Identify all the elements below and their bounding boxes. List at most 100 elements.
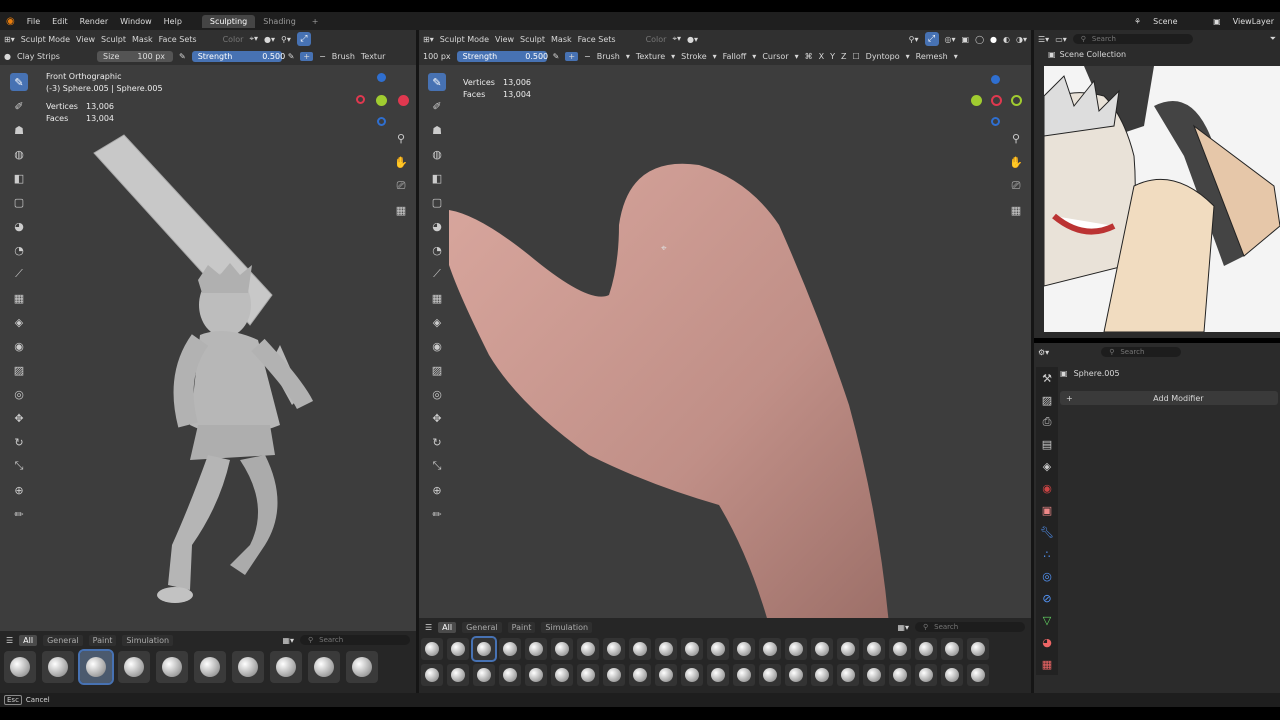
right-tab-all[interactable]: All (438, 621, 457, 633)
right-3d-viewport[interactable]: ✎ ✐ ☗ ◍ ◧ ▢ ◕ ◔ ⟋ ▦ ◈ ◉ ▨ ◎ ✥ ↻ ⤡ ⊕ ✏ Ve… (419, 65, 1031, 618)
brush-thumb[interactable] (967, 638, 989, 660)
gizmo-toggle-icon[interactable]: ⤢ (924, 32, 939, 46)
object-tab-icon[interactable]: ▣ (1038, 501, 1056, 519)
brush-thumb[interactable] (707, 664, 729, 686)
brush-thumb[interactable] (525, 638, 547, 660)
scale-tool-icon[interactable]: ⤡ (10, 457, 28, 475)
layer-tool-icon[interactable]: ☗ (10, 121, 28, 139)
properties-editor-type-icon[interactable]: ⚙▾ (1038, 348, 1049, 357)
brush-thumb[interactable] (707, 638, 729, 660)
data-tab-icon[interactable]: ▽ (1038, 611, 1056, 629)
menu-window[interactable]: Window (114, 17, 158, 26)
tool-tab-icon[interactable]: ⚒ (1038, 369, 1056, 387)
left-menu-sculpt[interactable]: Sculpt (101, 35, 126, 44)
outliner-editor-type-icon[interactable]: ☰▾ (1038, 35, 1049, 44)
right-transform-tool-icon[interactable]: ⊕ (428, 481, 446, 499)
brush-thumb[interactable] (733, 638, 755, 660)
right-edit-face-set-tool-icon[interactable]: ▨ (428, 361, 446, 379)
sculpt-mode-dropdown[interactable]: Sculpt Mode (21, 35, 70, 44)
scene-tab-icon[interactable]: ◈ (1038, 457, 1056, 475)
view-layer-tab-icon[interactable]: ▤ (1038, 435, 1056, 453)
right-move-tool-icon[interactable]: ✥ (428, 409, 446, 427)
menu-edit[interactable]: Edit (46, 17, 74, 26)
brush-thumb[interactable] (156, 651, 188, 683)
right-pan-hand-icon[interactable]: ✋ (1007, 153, 1025, 171)
texture-tab-icon[interactable]: ▦ (1038, 655, 1056, 673)
right-stroke-menu[interactable]: Stroke (681, 52, 707, 61)
right-falloff-menu[interactable]: Falloff (723, 52, 747, 61)
left-menu-face-sets[interactable]: Face Sets (159, 35, 197, 44)
brush-thumb[interactable] (759, 664, 781, 686)
right-editor-type-icon[interactable]: ⊞▾ (423, 35, 434, 44)
view-layer-name[interactable]: ViewLayer (1227, 17, 1280, 26)
right-line-project-tool-icon[interactable]: ⟋ (428, 265, 446, 283)
right-size-value[interactable]: 100 px (423, 52, 451, 61)
left-menu-mask[interactable]: Mask (132, 35, 153, 44)
brush-thumb[interactable] (118, 651, 150, 683)
brush-thumb[interactable] (447, 664, 469, 686)
brush-thumb[interactable] (655, 664, 677, 686)
add-modifier-button[interactable]: + Add Modifier (1060, 391, 1278, 405)
outliner-search[interactable]: ⚲ Search (1072, 34, 1193, 44)
brush-thumb[interactable] (421, 664, 443, 686)
right-rotate-tool-icon[interactable]: ↻ (428, 433, 446, 451)
size-pressure-icon[interactable]: ✎ (179, 52, 186, 61)
right-cloth-filter-tool-icon[interactable]: ◈ (428, 313, 446, 331)
right-scale-tool-icon[interactable]: ⤡ (428, 457, 446, 475)
solid-shading-icon[interactable]: ● (990, 35, 997, 44)
editor-type-icon[interactable]: ⊞▾ (4, 35, 15, 44)
dyntopo-menu[interactable]: Dyntopo (866, 52, 900, 61)
brush-thumb[interactable] (421, 638, 443, 660)
right-texture-menu[interactable]: Texture (636, 52, 665, 61)
rendered-shading-icon[interactable]: ◑▾ (1016, 35, 1027, 44)
right-tab-paint[interactable]: Paint (507, 621, 536, 633)
right-shading-icon[interactable]: ●▾ (687, 35, 698, 44)
brush-thumb[interactable] (603, 638, 625, 660)
strength-field[interactable]: Strength 0.500 (191, 51, 285, 62)
brush-thumb[interactable] (915, 638, 937, 660)
grid-view-icon[interactable]: ▦ (392, 201, 410, 219)
left-menu-view[interactable]: View (76, 35, 95, 44)
brush-thumb[interactable] (967, 664, 989, 686)
axis-z-toggle[interactable]: Z (841, 52, 846, 61)
right-clay-tool-icon[interactable]: ✐ (428, 97, 446, 115)
shelf-menu-icon[interactable]: ☰ (6, 636, 13, 645)
pan-hand-icon[interactable]: ✋ (392, 153, 410, 171)
right-display-settings-icon[interactable]: ▦▾ (897, 623, 909, 632)
brush-thumb[interactable] (785, 638, 807, 660)
modifier-tab-icon[interactable]: 🔧︎ (1038, 523, 1056, 541)
transform-tool-icon[interactable]: ⊕ (10, 481, 28, 499)
brush-thumb[interactable] (889, 638, 911, 660)
outliner-funnel-icon[interactable]: ⏷ (1270, 34, 1276, 44)
clay-tool-icon[interactable]: ✐ (10, 97, 28, 115)
brush-thumb[interactable] (629, 664, 651, 686)
blender-logo-icon[interactable]: ◉ (0, 16, 21, 27)
axis-x-toggle[interactable]: X (819, 52, 824, 61)
brush-thumb[interactable] (889, 664, 911, 686)
right-menu-mask[interactable]: Mask (551, 35, 572, 44)
right-camera-view-icon[interactable]: ⎚ (1007, 177, 1025, 195)
brush-name-dropdown[interactable]: Clay Strips (17, 52, 91, 61)
face-set-tool-icon[interactable]: ◕ (10, 217, 28, 235)
brush-thumb[interactable] (811, 638, 833, 660)
properties-search[interactable]: ⚲ Search (1101, 347, 1182, 357)
workspace-tab-sculpting[interactable]: Sculpting (201, 14, 256, 28)
symmetry-icon[interactable]: ⌖▾ (249, 34, 258, 44)
brush-thumb[interactable] (551, 664, 573, 686)
brush-thumb[interactable] (681, 638, 703, 660)
cloth-filter-tool-icon[interactable]: ◈ (10, 313, 28, 331)
brush-thumb[interactable] (863, 638, 885, 660)
strength-pressure-icon[interactable]: ✎ (288, 52, 295, 61)
edit-face-set-tool-icon[interactable]: ▨ (10, 361, 28, 379)
brush-thumb[interactable] (346, 651, 378, 683)
direction-add-button[interactable]: + (300, 52, 314, 61)
right-grid-view-icon[interactable]: ▦ (1007, 201, 1025, 219)
right-menu-face-sets[interactable]: Face Sets (578, 35, 616, 44)
outliner-filter-icon[interactable]: ▭▾ (1055, 35, 1067, 44)
right-shelf-search[interactable]: ⚲ Search (915, 622, 1025, 632)
left-texture-menu[interactable]: Textur (361, 52, 386, 61)
scene-name[interactable]: Scene (1147, 17, 1207, 26)
material-tab-icon[interactable]: ◕ (1038, 633, 1056, 651)
overlay-icon[interactable]: ⚲▾ (281, 35, 291, 44)
left-tab-all[interactable]: All (19, 634, 38, 646)
